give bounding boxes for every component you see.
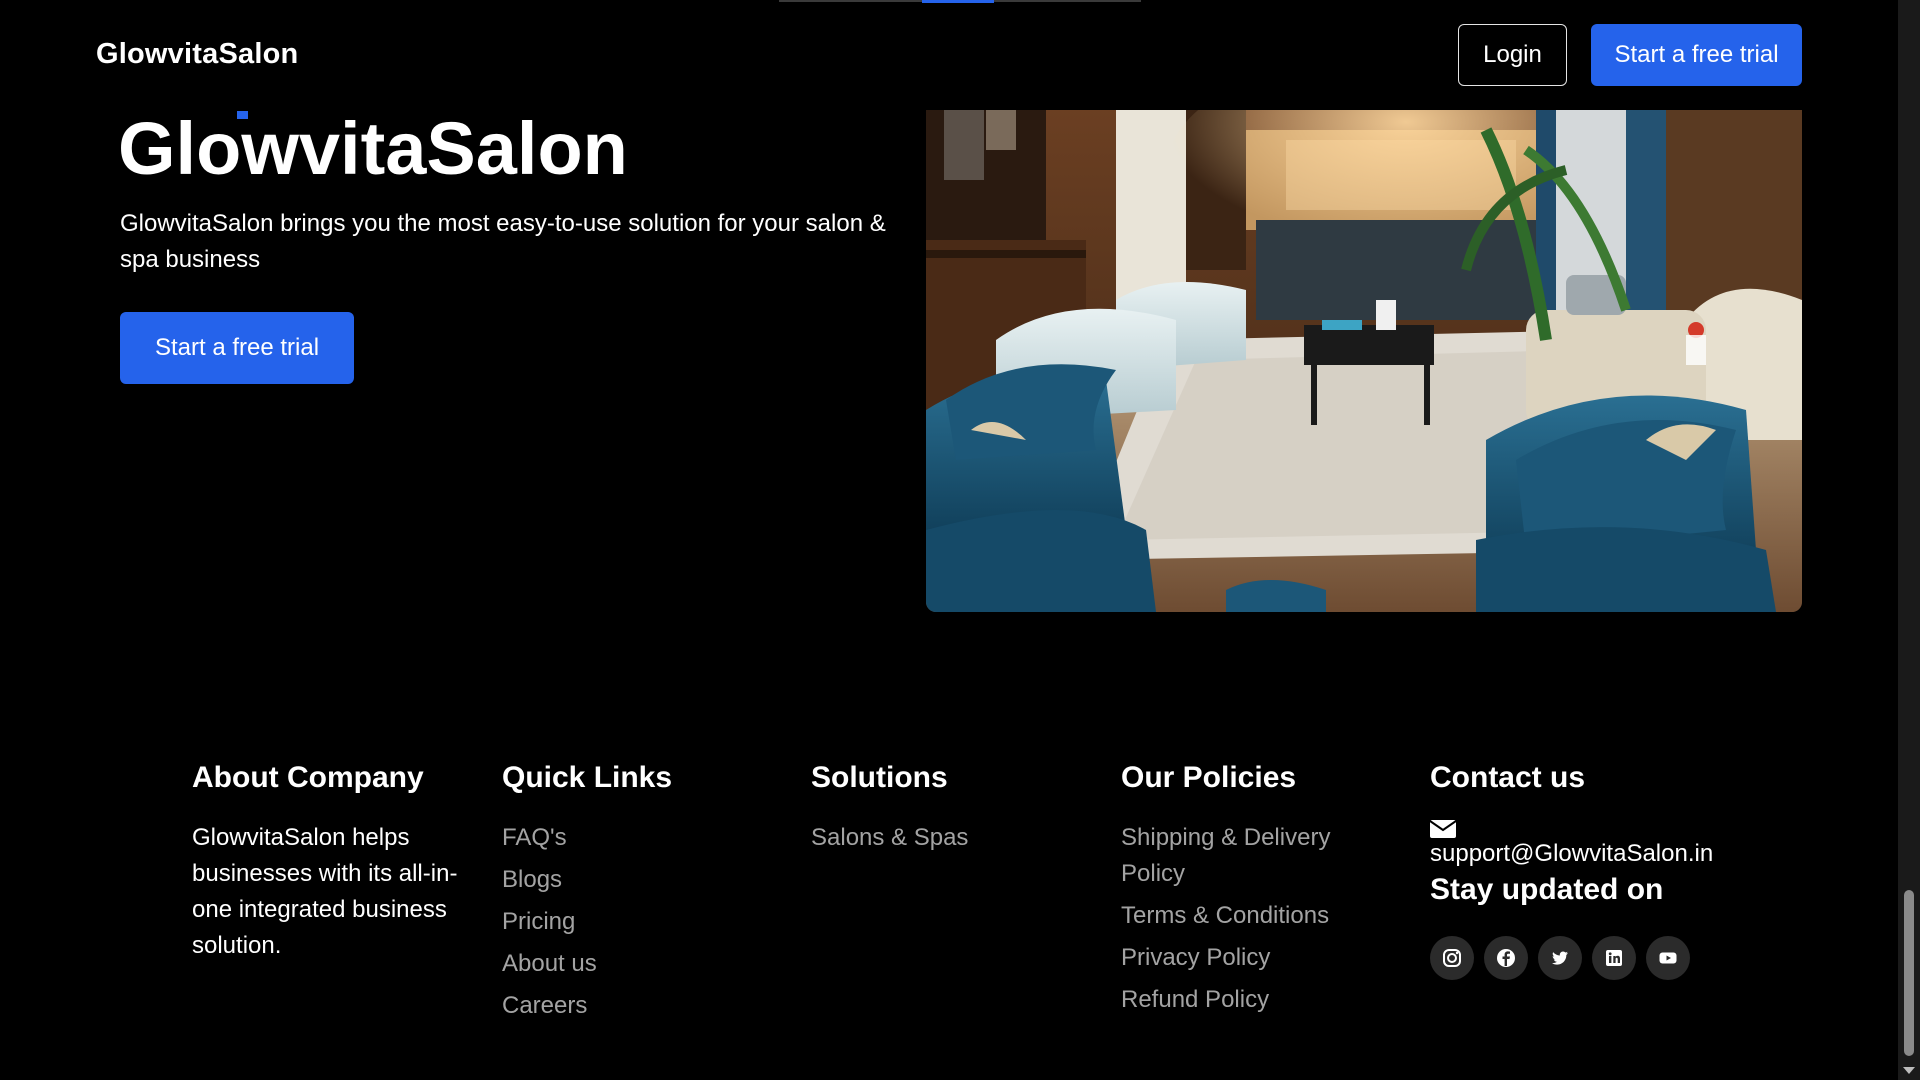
link-privacy-policy[interactable]: Privacy Policy	[1121, 940, 1361, 976]
linkedin-icon[interactable]	[1592, 936, 1636, 980]
link-pricing[interactable]: Pricing	[502, 904, 672, 940]
hero-description: GlowvitaSalon brings you the most easy-t…	[120, 210, 886, 273]
login-button[interactable]: Login	[1458, 24, 1567, 86]
scroll-down-arrow-icon[interactable]	[1903, 1067, 1915, 1074]
link-terms-conditions[interactable]: Terms & Conditions	[1121, 898, 1361, 934]
solutions-heading: Solutions	[811, 761, 948, 794]
social-links	[1430, 936, 1713, 980]
link-refund-policy[interactable]: Refund Policy	[1121, 982, 1361, 1018]
link-about-us[interactable]: About us	[502, 946, 672, 982]
youtube-icon[interactable]	[1646, 936, 1690, 980]
footer-about: About Company GlowvitaSalon helps busine…	[192, 758, 472, 964]
salon-lounge-image	[926, 110, 1802, 612]
about-text: GlowvitaSalon helps businesses with its …	[192, 824, 458, 959]
site-header: GlowvitaSalon Login Start a free trial	[0, 0, 1898, 112]
quick-links-heading: Quick Links	[502, 761, 673, 794]
link-blogs[interactable]: Blogs	[502, 862, 672, 898]
scrollbar-thumb[interactable]	[1904, 890, 1914, 1056]
envelope-icon	[1430, 820, 1456, 838]
link-shipping-policy[interactable]: Shipping & Delivery Policy	[1121, 820, 1361, 892]
link-careers[interactable]: Careers	[502, 988, 672, 1024]
footer-solutions: Solutions Salons & Spas	[811, 758, 968, 862]
text-cursor	[237, 111, 248, 119]
site-logo[interactable]: GlowvitaSalon	[96, 38, 298, 71]
about-heading: About Company	[192, 761, 424, 794]
page-scrollbar[interactable]	[1898, 0, 1920, 1080]
header-free-trial-button[interactable]: Start a free trial	[1591, 24, 1802, 86]
hero-free-trial-button[interactable]: Start a free trial	[120, 312, 354, 384]
footer-quick-links: Quick Links FAQ's Blogs Pricing About us…	[502, 758, 672, 1030]
contact-heading: Contact us	[1430, 761, 1586, 794]
twitter-icon[interactable]	[1538, 936, 1582, 980]
footer-policies: Our Policies Shipping & Delivery Policy …	[1121, 758, 1361, 1024]
policies-heading: Our Policies	[1121, 761, 1297, 794]
facebook-icon[interactable]	[1484, 936, 1528, 980]
instagram-icon[interactable]	[1430, 936, 1474, 980]
email-text[interactable]: support@GlowvitaSalon.in	[1430, 838, 1713, 870]
contact-email[interactable]: support@GlowvitaSalon.in	[1430, 818, 1713, 870]
footer-contact: Contact us support@GlowvitaSalon.in Stay…	[1430, 758, 1713, 980]
stay-updated-heading: Stay updated on	[1430, 873, 1664, 906]
link-salons-spas[interactable]: Salons & Spas	[811, 820, 968, 856]
hero-title: GlowvitaSalon	[118, 107, 628, 190]
link-faqs[interactable]: FAQ's	[502, 820, 672, 856]
